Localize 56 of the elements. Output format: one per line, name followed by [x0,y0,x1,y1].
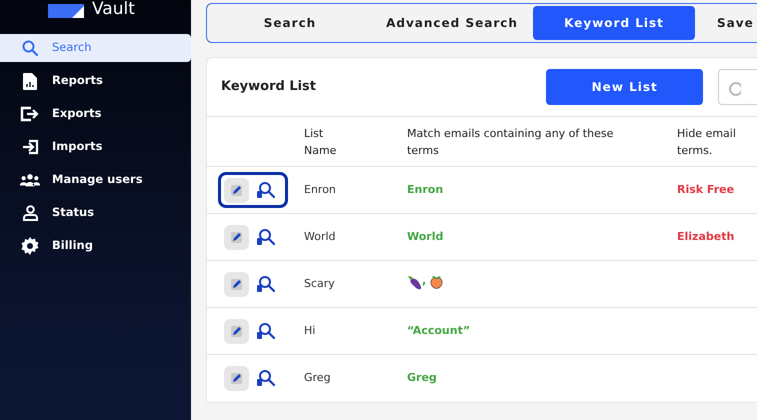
new-list-button[interactable]: New List [546,69,704,105]
list-name: Hi [304,324,316,337]
eggplant-icon [407,274,422,290]
pencil-icon [230,230,243,244]
edit-button[interactable] [224,224,249,250]
sidebar-item[interactable]: Status [0,199,191,227]
search-list-button[interactable] [256,322,276,340]
document-icon [20,72,40,90]
match-term: World [407,230,444,243]
peach-icon [429,274,444,290]
users-icon [20,173,40,187]
sidebar-item[interactable]: Imports [0,133,191,161]
list-name: World [304,230,336,243]
sidebar-item[interactable]: Manage users [0,166,191,194]
match-term: “Account” [407,324,470,337]
column-header: Match emails containing any of these terms [407,126,614,159]
tab[interactable]: Save [695,6,757,40]
import-icon [20,139,40,155]
search-field[interactable] [718,69,757,105]
hide-term: Risk Free [677,182,734,196]
separator-text: , [422,273,426,289]
logo-icon [48,4,84,18]
search-list-button[interactable] [256,369,276,388]
edit-button[interactable] [224,318,249,344]
pencil-icon [230,372,243,385]
sidebar-item[interactable]: Search [0,34,191,62]
pencil-icon [230,184,243,196]
edit-button[interactable] [224,178,249,202]
list-name: Greg [304,371,331,384]
hide-term: Elizabeth [677,230,734,243]
tab[interactable]: Keyword List [533,6,695,40]
sidebar-item[interactable]: Reports [0,67,191,95]
card-title: Keyword List [221,78,318,96]
search-list-button[interactable] [256,228,276,246]
brand-name: Vault [92,1,135,18]
tab[interactable]: Search [209,6,371,40]
list-name: Enron [304,182,336,196]
search-list-button[interactable] [256,181,276,199]
search-icon [20,40,40,56]
sidebar-item[interactable]: Billing [0,232,191,260]
match-term: Enron [407,182,444,196]
column-header: List Name [304,126,336,159]
edit-button[interactable] [224,272,249,296]
pencil-icon [230,324,243,338]
sidebar-item[interactable]: Exports [0,100,191,128]
column-header: Hide email terms. [677,126,736,159]
search-list-button[interactable] [256,275,276,293]
list-name: Scary [304,276,335,290]
settings-icon [20,237,40,255]
edit-button[interactable] [224,366,249,391]
tab[interactable]: Advanced Search [371,6,533,40]
pencil-icon [230,278,243,290]
export-icon [20,106,40,122]
person-icon [20,205,40,221]
match-term: Greg [407,371,437,384]
search-icon [727,80,742,97]
